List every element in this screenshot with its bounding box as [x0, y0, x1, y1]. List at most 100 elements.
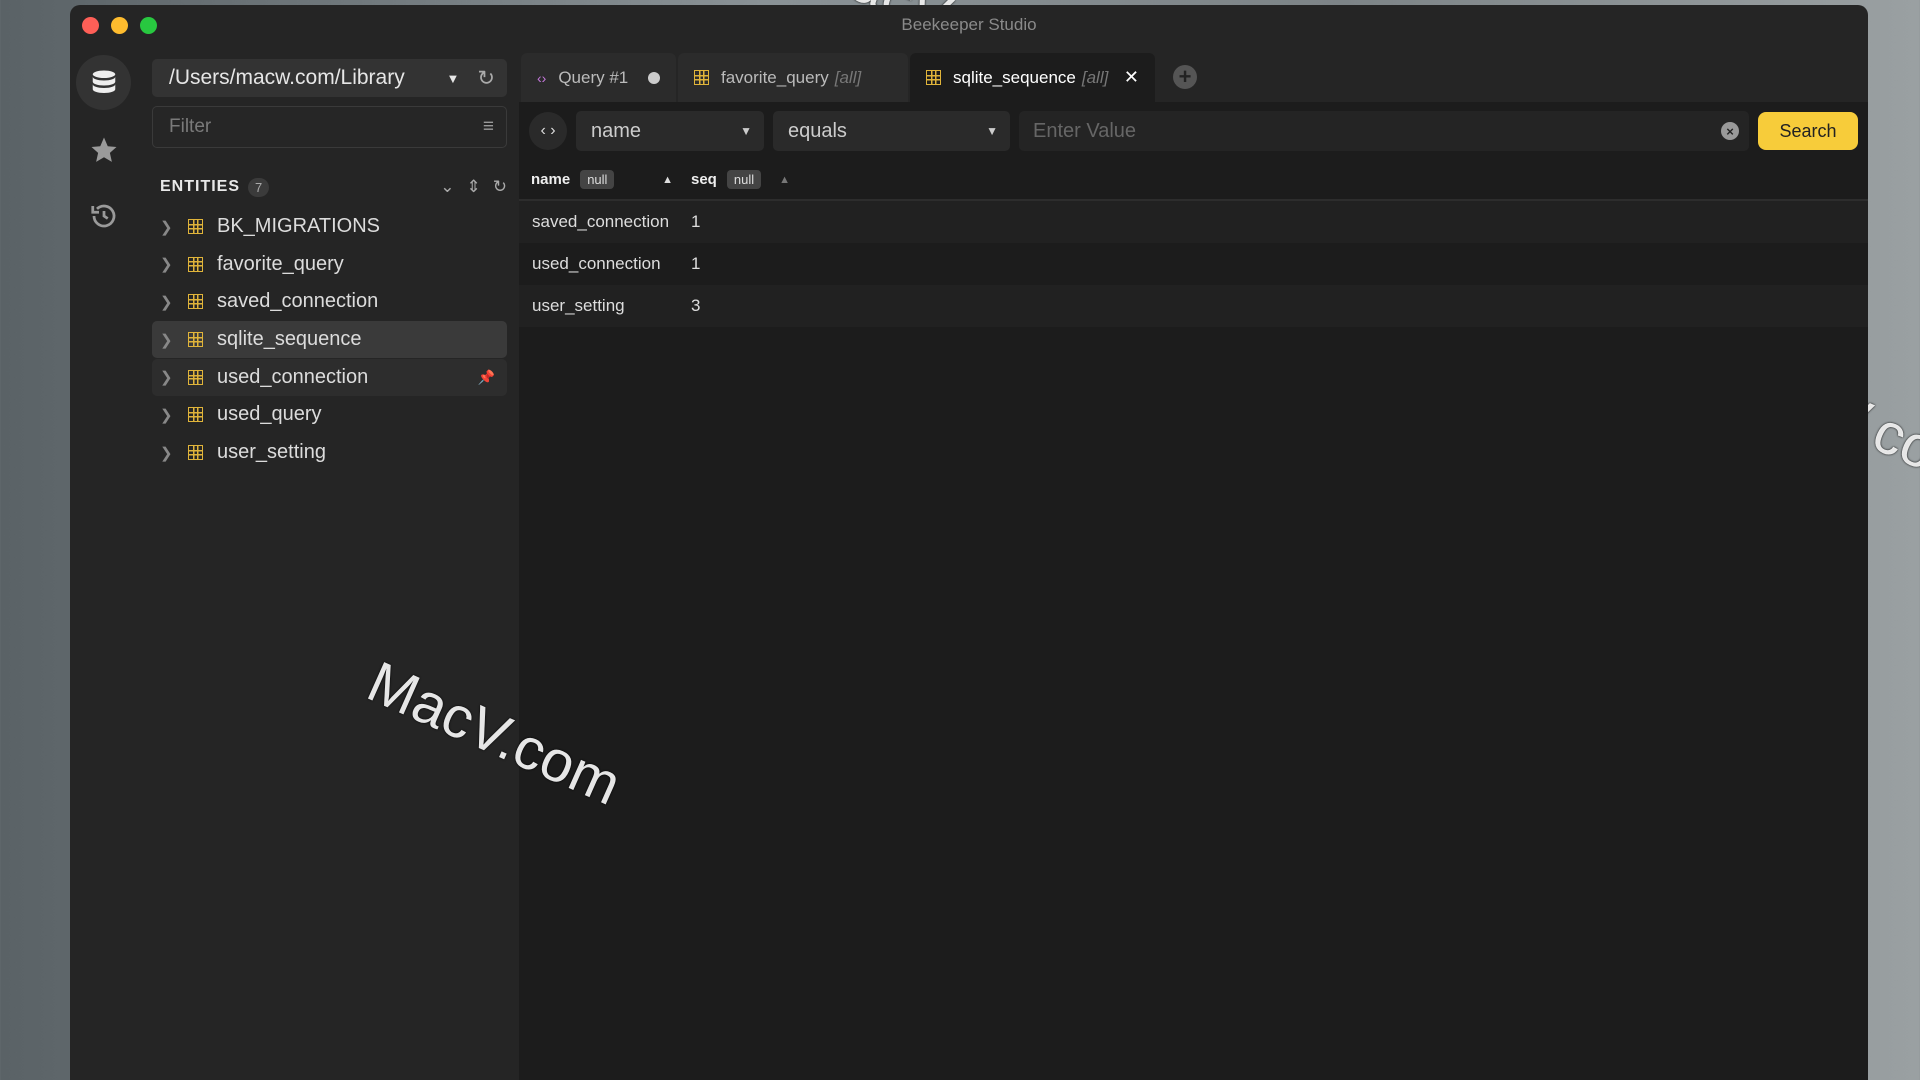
- table-icon: [188, 219, 203, 234]
- column-header-seq[interactable]: seq null ▲: [691, 170, 790, 189]
- connection-selector[interactable]: /Users/macw.com/Library ▼ ↻: [152, 59, 507, 97]
- chevron-right-icon[interactable]: ❯: [160, 255, 182, 273]
- cell[interactable]: 3: [691, 296, 700, 316]
- table-row[interactable]: used_connection 1: [519, 243, 1868, 285]
- entity-name: used_connection: [217, 365, 369, 388]
- table-icon: [188, 332, 203, 348]
- entity-list: ❯ BK_MIGRATIONS ❯ favorite_query ❯ saved_co…: [152, 208, 507, 471]
- table-row[interactable]: saved_connection 1: [519, 201, 1868, 243]
- title-bar: Beekeeper Studio: [70, 5, 1868, 45]
- cell[interactable]: saved_connection: [519, 212, 691, 232]
- sort-asc-icon[interactable]: ▲: [662, 174, 673, 186]
- entity-item[interactable]: ❯ favorite_query: [152, 246, 507, 283]
- chevron-right-icon[interactable]: ❯: [160, 218, 182, 236]
- field-value: name: [591, 119, 642, 142]
- entity-name: BK_MIGRATIONS: [217, 215, 380, 237]
- entity-item[interactable]: ❯ user_setting: [152, 434, 507, 471]
- table-icon: [694, 70, 709, 85]
- raw-filter-toggle-button[interactable]: ‹ ›: [529, 112, 567, 150]
- cell[interactable]: 1: [691, 212, 700, 232]
- caret-down-icon: ▼: [986, 124, 998, 138]
- tab-label: favorite_query: [721, 67, 829, 87]
- entity-name: sqlite_sequence: [217, 328, 362, 351]
- chevron-right-icon[interactable]: ❯: [160, 444, 182, 462]
- entities-count: 7: [248, 177, 270, 197]
- cell[interactable]: 1: [691, 254, 700, 274]
- window-title: Beekeeper Studio: [901, 15, 1037, 34]
- refresh-entities-icon[interactable]: ↻: [493, 177, 507, 197]
- unsaved-dot-icon: [648, 71, 660, 84]
- entities-header: ENTITIES 7 ⌄ ⇕ ↻: [152, 174, 507, 200]
- database-icon[interactable]: [76, 55, 131, 110]
- null-badge: null: [726, 170, 762, 189]
- chevron-right-icon[interactable]: ❯: [160, 331, 182, 349]
- value-input-box: ×: [1019, 111, 1749, 151]
- cell[interactable]: user_setting: [519, 296, 691, 316]
- entity-item[interactable]: ❯ saved_connection: [152, 283, 507, 320]
- entity-name: saved_connection: [217, 290, 379, 313]
- entity-item[interactable]: ❯ used_query: [152, 396, 507, 433]
- table-icon: [188, 445, 203, 461]
- search-button[interactable]: Search: [1758, 112, 1858, 150]
- caret-down-icon: ▼: [446, 70, 460, 86]
- tab-suffix: [all]: [834, 67, 862, 87]
- table-body: saved_connection 1 used_connection 1 user_…: [519, 201, 1868, 327]
- entity-item[interactable]: ❯ BK_MIGRATIONS: [152, 208, 507, 245]
- add-tab-button[interactable]: +: [1173, 64, 1197, 89]
- table-icon: [188, 407, 203, 423]
- minimize-window-button[interactable]: [111, 17, 128, 34]
- refresh-icon[interactable]: ↻: [477, 66, 495, 91]
- tab-sqlite-sequence[interactable]: sqlite_sequence [all] ✕: [910, 53, 1155, 102]
- table-icon: [926, 70, 941, 85]
- value-input[interactable]: [1033, 119, 1721, 143]
- close-window-button[interactable]: [82, 17, 99, 34]
- filter-icon[interactable]: ≡: [483, 116, 494, 138]
- sidebar: /Users/macw.com/Library ▼ ↻ ≡ ENTITIES 7…: [137, 45, 519, 1080]
- table-icon: [188, 256, 203, 272]
- table-icon: [188, 294, 203, 310]
- entity-name: user_setting: [217, 441, 326, 464]
- connection-path: /Users/macw.com/Library: [169, 66, 405, 89]
- clear-icon[interactable]: ×: [1721, 122, 1739, 140]
- expand-all-icon[interactable]: ⇕: [467, 177, 481, 197]
- tab-favorite-query[interactable]: favorite_query [all]: [678, 53, 908, 102]
- chevron-right-icon[interactable]: ❯: [160, 406, 182, 424]
- star-icon[interactable]: [76, 122, 131, 177]
- code-icon: ‹›: [537, 69, 547, 86]
- sort-asc-icon[interactable]: ▲: [779, 174, 790, 186]
- filter-input-box: ≡: [152, 106, 507, 148]
- tab-suffix: [all]: [1081, 67, 1109, 87]
- cell[interactable]: used_connection: [519, 254, 691, 274]
- main-panel: ‹› Query #1 favorite_query [all] sqlite_s…: [519, 45, 1868, 1080]
- null-badge: null: [580, 170, 615, 189]
- history-icon[interactable]: [76, 188, 131, 243]
- tab-label: sqlite_sequence: [953, 67, 1076, 87]
- chevron-right-icon[interactable]: ❯: [160, 368, 182, 386]
- entity-name: used_query: [217, 403, 322, 426]
- filter-bar: ‹ › name ▼ equals ▼ × Search: [519, 102, 1868, 160]
- app-window: Beekeeper Studio /Users/macw.com/Library…: [70, 5, 1868, 1080]
- table-row[interactable]: user_setting 3: [519, 285, 1868, 327]
- tab-bar: ‹› Query #1 favorite_query [all] sqlite_s…: [519, 45, 1868, 102]
- entity-item[interactable]: ❯ used_connection 📌: [152, 358, 507, 396]
- entity-name: favorite_query: [217, 252, 344, 275]
- table-icon: [188, 369, 203, 385]
- column-header-name[interactable]: name null ▲: [519, 170, 691, 189]
- column-name: name: [531, 171, 571, 188]
- caret-down-icon: ▼: [740, 124, 752, 138]
- tab-query-1[interactable]: ‹› Query #1: [521, 53, 676, 102]
- tab-label: Query #1: [558, 67, 629, 87]
- operator-select[interactable]: equals ▼: [773, 111, 1010, 151]
- column-name: seq: [691, 171, 717, 188]
- entities-label: ENTITIES: [160, 178, 241, 195]
- collapse-all-icon[interactable]: ⌄: [440, 177, 454, 197]
- pin-icon[interactable]: 📌: [478, 369, 495, 386]
- filter-input[interactable]: [169, 116, 483, 138]
- icon-rail: [70, 45, 137, 1080]
- chevron-right-icon[interactable]: ❯: [160, 293, 182, 311]
- close-tab-icon[interactable]: ✕: [1124, 67, 1139, 88]
- table-header: name null ▲ seq null ▲: [519, 160, 1868, 201]
- field-select[interactable]: name ▼: [576, 111, 764, 151]
- maximize-window-button[interactable]: [140, 17, 157, 34]
- entity-item[interactable]: ❯ sqlite_sequence: [152, 321, 507, 359]
